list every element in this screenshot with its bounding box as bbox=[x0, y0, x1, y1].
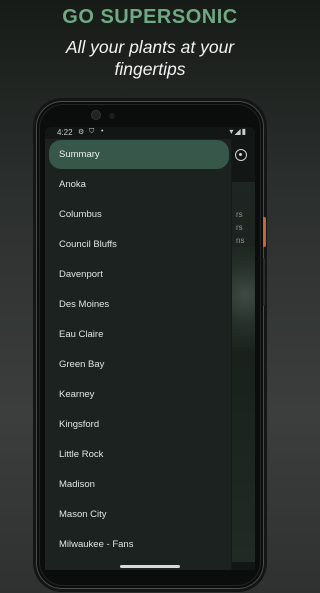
proximity-sensor bbox=[109, 113, 115, 119]
signal-icon: ◢ bbox=[234, 127, 242, 136]
home-gesture-bar[interactable] bbox=[120, 565, 180, 568]
front-camera bbox=[91, 110, 101, 120]
shield-icon: ⛉ bbox=[89, 128, 95, 135]
status-right-icons: ▾◢▮ bbox=[229, 127, 247, 136]
status-time: 4:22 bbox=[57, 128, 73, 137]
drawer-item-madison[interactable]: Madison bbox=[49, 470, 229, 499]
drawer-item-mason-city[interactable]: Mason City bbox=[49, 500, 229, 529]
notification-dot-icon: • bbox=[101, 128, 104, 135]
settings-icon[interactable] bbox=[235, 149, 247, 161]
battery-icon: ▮ bbox=[241, 127, 247, 136]
drawer-item-council-bluffs[interactable]: Council Bluffs bbox=[49, 230, 229, 259]
navigation-drawer: Summary Anoka Columbus Council Bluffs Da… bbox=[45, 139, 232, 570]
power-button bbox=[263, 217, 266, 247]
background-photo bbox=[230, 247, 255, 367]
settings-gear-icon: ⚙ bbox=[78, 129, 85, 136]
promo-tagline: All your plants at your fingertips bbox=[65, 37, 235, 79]
drawer-item-little-rock[interactable]: Little Rock bbox=[49, 440, 229, 469]
drawer-item-davenport[interactable]: Davenport bbox=[49, 260, 229, 289]
volume-button bbox=[263, 258, 265, 306]
background-text-fragment: ns bbox=[236, 236, 245, 245]
drawer-item-des-moines[interactable]: Des Moines bbox=[49, 290, 229, 319]
drawer-item-green-bay[interactable]: Green Bay bbox=[49, 350, 229, 379]
drawer-item-summary[interactable]: Summary bbox=[49, 140, 229, 169]
background-text-fragment: rs bbox=[236, 223, 243, 232]
drawer-item-milwaukee-fans[interactable]: Milwaukee - Fans bbox=[49, 530, 229, 559]
status-bar: 4:22 ⚙ ⛉ • ▾◢▮ bbox=[45, 127, 255, 139]
drawer-item-kearney[interactable]: Kearney bbox=[49, 380, 229, 409]
drawer-item-kingsford[interactable]: Kingsford bbox=[49, 410, 229, 439]
phone-screen: 4:22 ⚙ ⛉ • ▾◢▮ rs rs ns Summary Anoka Co… bbox=[45, 127, 255, 570]
background-text-fragment: rs bbox=[236, 210, 243, 219]
promo-headline: GO SUPERSONIC bbox=[62, 6, 238, 28]
drawer-item-anoka[interactable]: Anoka bbox=[49, 170, 229, 199]
drawer-item-eau-claire[interactable]: Eau Claire bbox=[49, 320, 229, 349]
drawer-item-columbus[interactable]: Columbus bbox=[49, 200, 229, 229]
